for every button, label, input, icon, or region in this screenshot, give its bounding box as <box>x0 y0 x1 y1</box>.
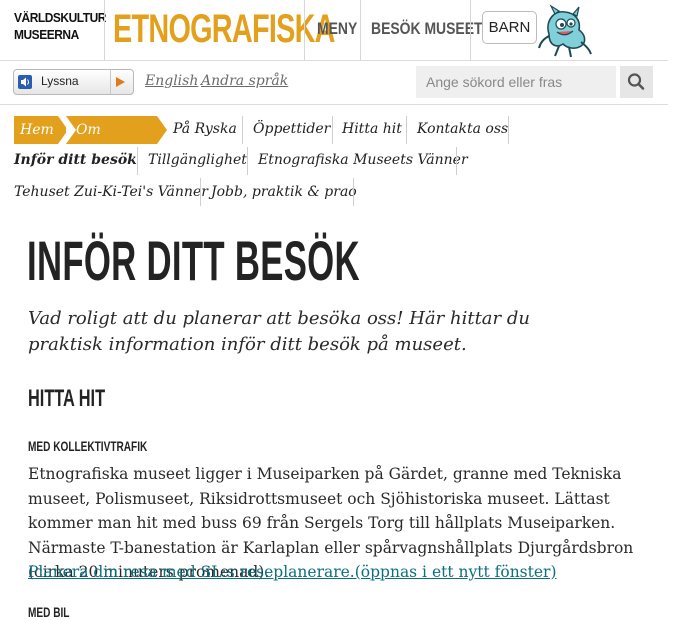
varldskulturmuseerna-logo[interactable]: VÄRLDSKULTUR MUSEERNA <box>14 9 106 43</box>
nav-separator <box>242 116 243 144</box>
lyssna-button[interactable]: Lyssna <box>13 69 134 95</box>
nav-separator <box>247 147 248 175</box>
nav-pa-ryska[interactable]: På Ryska <box>173 121 237 137</box>
section-heading-hitta-hit: HITTA HIT <box>28 385 106 412</box>
header-divider <box>470 0 471 60</box>
subheading-bil: MED BIL <box>28 604 70 620</box>
nav-separator <box>353 178 354 206</box>
barn-button[interactable]: BARN <box>482 11 537 44</box>
nav-hitta-hit[interactable]: Hitta hit <box>342 121 402 137</box>
nav-separator <box>456 147 457 175</box>
etnografiska-logo[interactable]: ETNOGRAFISKA <box>113 6 335 52</box>
header-divider <box>104 0 105 60</box>
intro-text: Vad roligt att du planerar att besöka os… <box>28 308 530 355</box>
nav-tehuset[interactable]: Tehuset Zui-Ki-Tei's Vänner <box>14 184 208 200</box>
sl-planner-link[interactable]: Planera din resa med SL:s reseplanerare.… <box>28 560 557 584</box>
english-link[interactable]: English <box>145 73 198 89</box>
nav-separator <box>406 116 407 144</box>
other-languages-link[interactable]: Andra språk <box>201 73 288 89</box>
breadcrumb-home[interactable]: Hem <box>14 116 58 144</box>
search-button[interactable] <box>620 66 653 98</box>
nav-oppettider[interactable]: Öppettider <box>253 121 330 137</box>
subheading-kollektivtrafik: MED KOLLEKTIVTRAFIK <box>28 438 148 454</box>
menu-link[interactable]: MENY <box>317 19 357 39</box>
nav-separator <box>137 147 138 175</box>
logo-vk-line2: MUSEERNA <box>14 27 79 42</box>
lyssna-divider <box>110 70 111 94</box>
breadcrumb-notch <box>66 116 76 144</box>
header-divider <box>304 0 305 60</box>
lyssna-label: Lyssna <box>41 74 79 88</box>
nav-tillganglighet[interactable]: Tillgänglighet <box>148 152 247 168</box>
page-title: INFÖR DITT BESÖK <box>27 229 360 292</box>
nav-kontakta-oss[interactable]: Kontakta oss <box>417 121 508 137</box>
header-divider-line <box>0 60 668 61</box>
nav-separator <box>332 116 333 144</box>
visit-museum-link[interactable]: BESÖK MUSEET <box>371 19 483 39</box>
play-icon[interactable] <box>116 77 125 87</box>
breadcrumb-om-museet[interactable]: Om Museet <box>66 116 157 166</box>
nav-separator <box>508 116 509 144</box>
mascot-icon[interactable] <box>535 4 595 58</box>
speaker-icon <box>18 75 32 89</box>
toolbar-divider-line <box>0 104 668 105</box>
nav-jobb[interactable]: Jobb, praktik & prao <box>211 184 357 200</box>
logo-vk-line1: VÄRLDSKULTUR <box>14 10 106 25</box>
nav-infor-ditt-besok[interactable]: Inför ditt besök <box>14 152 137 168</box>
search-input[interactable] <box>416 66 616 98</box>
nav-vanner[interactable]: Etnografiska Museets Vänner <box>258 152 468 168</box>
breadcrumb-arrow <box>157 116 167 144</box>
site-header: VÄRLDSKULTUR MUSEERNA ETNOGRAFISKA MENY … <box>0 0 682 60</box>
search-icon <box>627 73 645 90</box>
nav-separator <box>200 178 201 206</box>
header-divider <box>360 0 361 60</box>
